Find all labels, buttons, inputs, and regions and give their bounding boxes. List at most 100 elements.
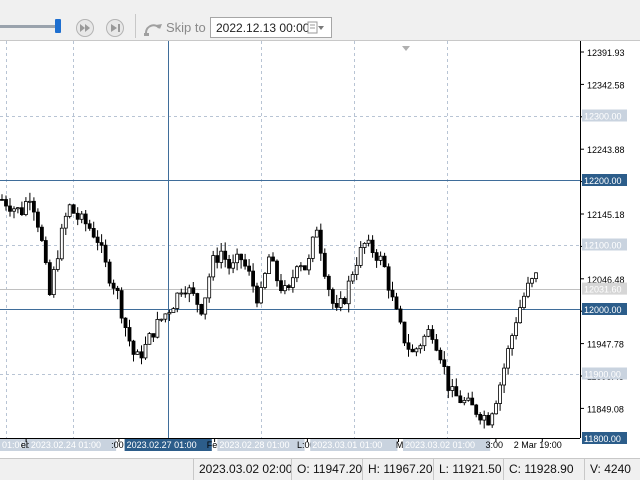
candle-body: [143, 343, 148, 359]
skip-to-label: Skip to: [166, 20, 206, 35]
candle-body: [534, 272, 538, 280]
candle-body: [207, 276, 212, 299]
candle-body: [434, 339, 439, 351]
candle-body: [40, 226, 44, 241]
candle-body: [187, 287, 192, 295]
candle-body: [398, 308, 403, 323]
candle-body: [159, 318, 164, 321]
speed-slider-track[interactable]: [0, 25, 58, 28]
candle-body: [179, 292, 184, 295]
price-tag-label: 12000.00: [584, 305, 622, 315]
strategy-tester-toolbar: Skip to 2022.12.13 00:00: [0, 0, 640, 41]
candle-body: [330, 289, 335, 304]
time-tick-label: M: [396, 440, 404, 450]
time-tick-label: 2 Mar 19:00: [514, 440, 562, 450]
candle-body: [446, 366, 451, 391]
time-tick-label: 2023.03.02 01:00: [405, 440, 475, 450]
candle-body: [59, 227, 64, 260]
candle-body: [255, 285, 259, 304]
time-tick-label: :00: [111, 440, 124, 450]
candle-body: [111, 282, 116, 289]
candle-body: [366, 239, 371, 244]
price-axis: 12391.9312342.5812293.2312243.8812194.53…: [580, 41, 640, 458]
fast-forward-icon: [80, 24, 90, 32]
candle-body: [322, 252, 327, 277]
candle-body: [135, 351, 140, 355]
candle: [322, 248, 327, 279]
candle-body: [394, 296, 399, 310]
candle-body: [282, 285, 287, 292]
candle-body: [370, 239, 375, 253]
candle: [263, 272, 267, 290]
candle-body: [414, 348, 419, 353]
candle-body: [318, 229, 323, 254]
skip-to-date-input[interactable]: 2022.12.13 00:00: [210, 17, 332, 38]
candle-body: [251, 270, 256, 287]
price-tick-label: 12342.58: [587, 80, 625, 90]
candle: [310, 236, 315, 263]
candle-body: [358, 247, 363, 266]
candle: [267, 254, 271, 275]
candle-body: [51, 269, 56, 296]
candle-body: [478, 413, 483, 421]
candle-body: [286, 285, 291, 289]
candle-body: [518, 307, 522, 324]
candle-body: [482, 414, 487, 421]
candle-body: [430, 329, 435, 340]
candle-body: [23, 201, 28, 216]
candle: [47, 259, 52, 296]
candle-body: [302, 265, 307, 271]
candle-body: [314, 229, 319, 238]
candle-body: [470, 397, 475, 406]
candle-body: [474, 404, 479, 415]
price-tag-label: 11800.00: [584, 434, 621, 444]
time-tick-label: 2023.02.28 01:00: [219, 440, 289, 450]
candle-body: [402, 321, 407, 344]
chart-grid: [0, 41, 580, 439]
price-tag-label: 12100.00: [584, 241, 622, 251]
price-chart[interactable]: 12391.9312342.5812293.2312243.8812194.53…: [0, 41, 640, 458]
candle: [402, 321, 407, 346]
candle-body: [0, 198, 4, 201]
candle-body: [155, 318, 160, 338]
speed-slider-thumb[interactable]: [55, 19, 61, 33]
status-high: H: 11967.20: [362, 459, 433, 480]
candle-body: [191, 287, 196, 294]
price-tag-label: 12300.00: [584, 112, 622, 122]
price-tag-label: 12031.60: [584, 285, 622, 295]
candle-body: [63, 215, 68, 229]
candle-body: [410, 348, 415, 353]
candle-body: [418, 345, 423, 350]
price-tick-label: 11849.08: [587, 404, 624, 414]
candle-body: [75, 212, 80, 220]
candle-body: [271, 256, 275, 262]
candle-body: [19, 207, 24, 215]
candle-body: [36, 211, 40, 228]
candle-body: [354, 264, 359, 275]
fast-forward-button[interactable]: [76, 19, 94, 37]
candle: [43, 236, 48, 265]
candle-body: [147, 333, 152, 345]
status-bar: 2023.03.02 02:00 O: 11947.20 H: 11967.20…: [0, 458, 640, 480]
candle-body: [362, 242, 367, 248]
toolbar-separator: [135, 14, 136, 38]
price-tick-label: 12391.93: [587, 48, 625, 58]
candle-body: [386, 266, 391, 291]
candle-body: [87, 223, 92, 229]
candle-body: [99, 242, 104, 246]
candle-body: [219, 250, 224, 263]
candle-body: [131, 340, 136, 355]
step-forward-button[interactable]: [106, 19, 124, 37]
candle-body: [530, 278, 534, 284]
candle-body: [119, 290, 124, 319]
candle-body: [486, 414, 491, 426]
candle-body: [490, 413, 495, 426]
skip-to-icon[interactable]: [142, 18, 164, 38]
candle-body: [458, 395, 463, 403]
status-datetime: 2023.03.02 02:00: [193, 459, 292, 480]
candle: [211, 250, 216, 281]
candle-body: [239, 253, 244, 261]
candle-body: [466, 397, 471, 401]
calendar-icon[interactable]: [307, 21, 325, 35]
skip-to-date-value: 2022.12.13 00:00: [216, 21, 310, 35]
